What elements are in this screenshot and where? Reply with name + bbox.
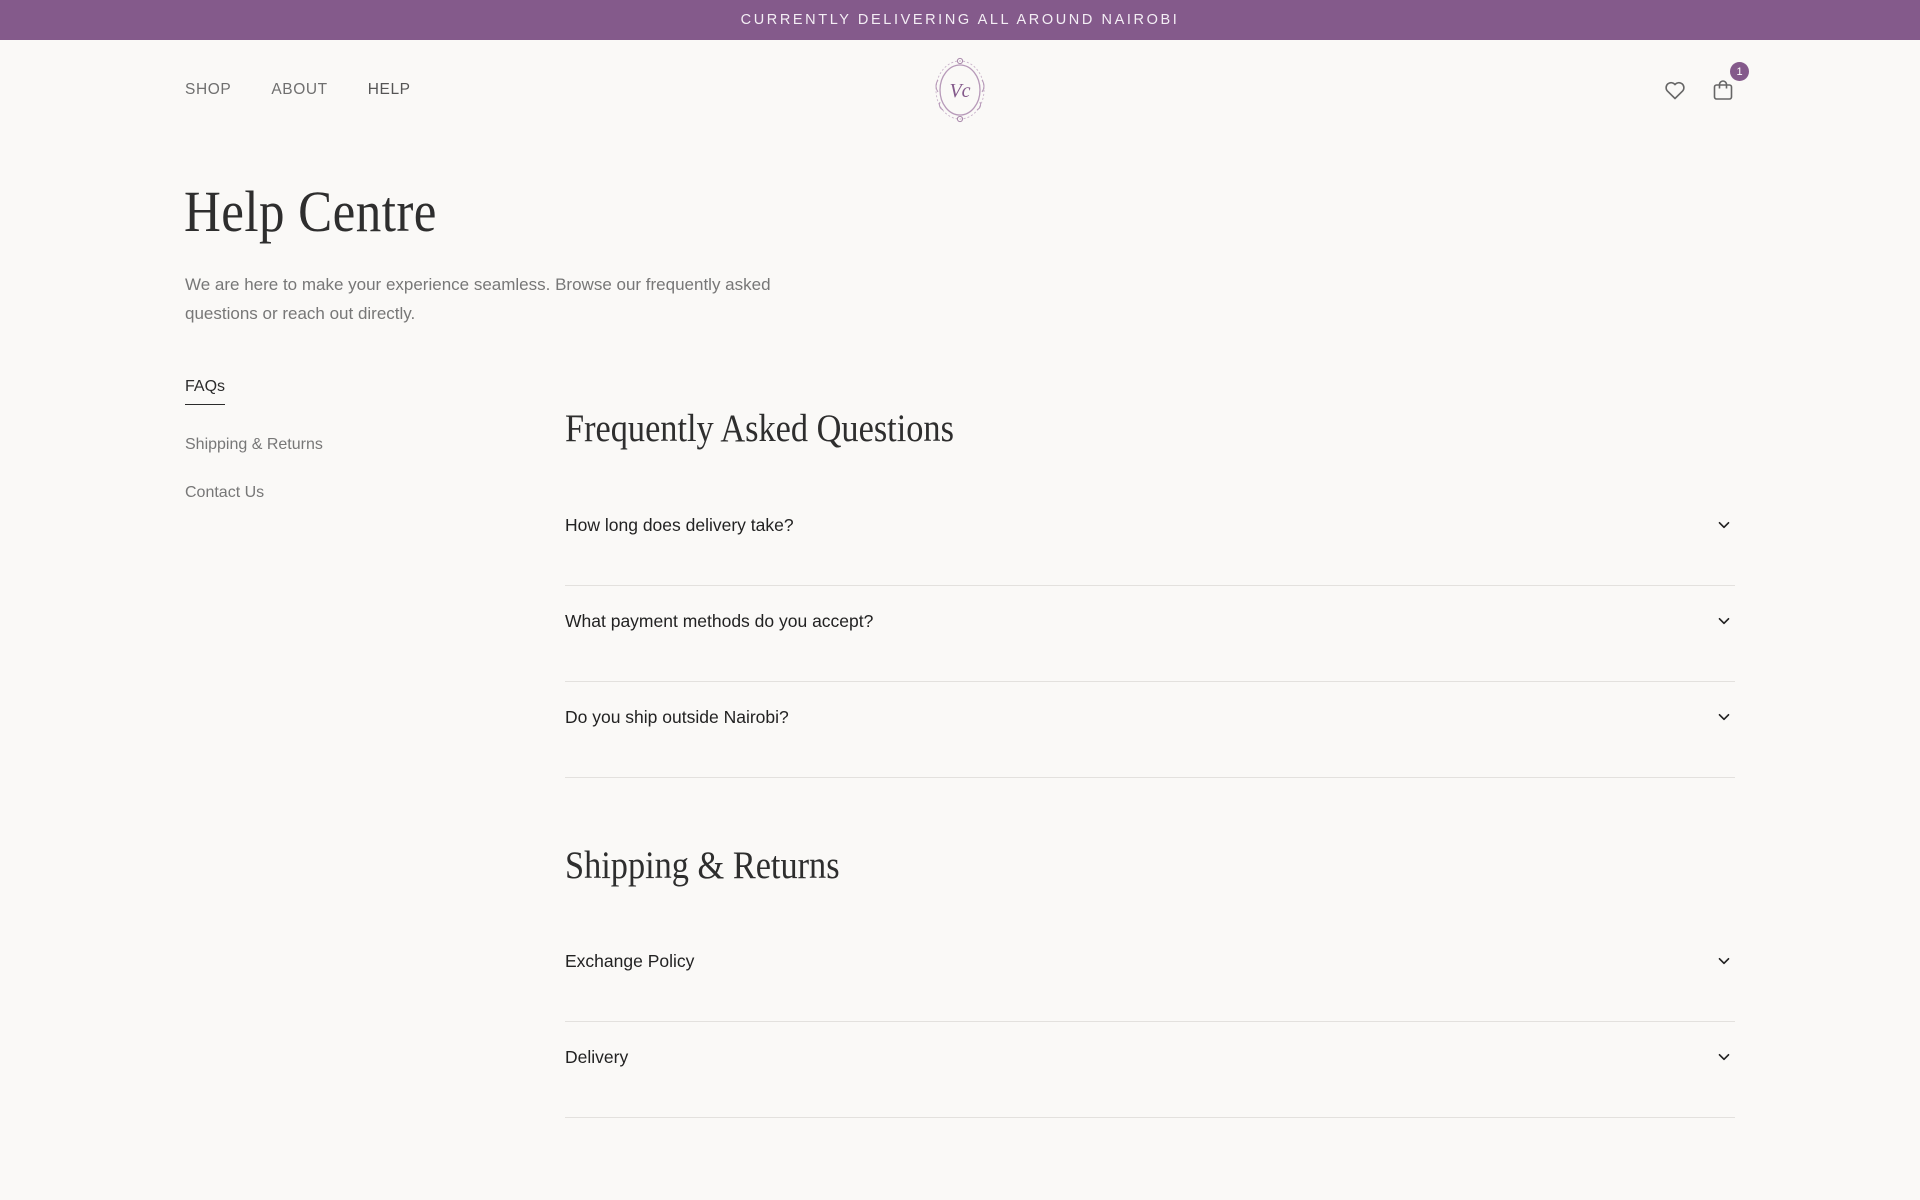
nav-shop[interactable]: SHOP bbox=[185, 81, 231, 99]
brand-logo[interactable]: Vc bbox=[930, 56, 990, 124]
faq-question: Do you ship outside Nairobi? bbox=[565, 706, 789, 727]
header-icons: 1 bbox=[1663, 40, 1749, 140]
announcement-text: CURRENTLY DELIVERING ALL AROUND NAIROBI bbox=[740, 12, 1180, 28]
nav-help[interactable]: HELP bbox=[368, 81, 411, 99]
cart-count-badge: 1 bbox=[1730, 62, 1749, 81]
cart-icon[interactable]: 1 bbox=[1711, 62, 1749, 102]
shipping-question: Delivery bbox=[565, 1046, 629, 1067]
page-title: Help Centre bbox=[184, 179, 437, 244]
site-header: SHOP ABOUT HELP Vc 1 bbox=[0, 40, 1920, 140]
chevron-down-icon bbox=[1718, 617, 1730, 625]
shipping-section-title: Shipping & Returns bbox=[565, 844, 840, 887]
faq-item[interactable]: How long does delivery take? bbox=[565, 490, 1735, 586]
faq-section-title: Frequently Asked Questions bbox=[565, 407, 954, 450]
faq-item[interactable]: What payment methods do you accept? bbox=[565, 586, 1735, 682]
faq-question: What payment methods do you accept? bbox=[565, 610, 874, 631]
nav-about[interactable]: ABOUT bbox=[271, 81, 327, 99]
sidebar-item-contact-us[interactable]: Contact Us bbox=[185, 484, 264, 502]
sidebar-item-faqs[interactable]: FAQs bbox=[185, 378, 226, 405]
shipping-question: Exchange Policy bbox=[565, 950, 695, 971]
chevron-down-icon bbox=[1718, 1053, 1730, 1061]
shipping-item[interactable]: Delivery bbox=[565, 1022, 1735, 1118]
faq-question: How long does delivery take? bbox=[565, 514, 794, 535]
faq-item[interactable]: Do you ship outside Nairobi? bbox=[565, 682, 1735, 778]
chevron-down-icon bbox=[1718, 957, 1730, 965]
shipping-item[interactable]: Exchange Policy bbox=[565, 926, 1735, 1022]
heart-icon[interactable] bbox=[1663, 78, 1687, 102]
page-intro: We are here to make your experience seam… bbox=[185, 275, 771, 323]
logo-monogram: Vc bbox=[949, 80, 970, 102]
chevron-down-icon bbox=[1718, 713, 1730, 721]
announcement-bar: CURRENTLY DELIVERING ALL AROUND NAIROBI bbox=[0, 0, 1920, 40]
chevron-down-icon bbox=[1718, 521, 1730, 529]
main-nav: SHOP ABOUT HELP bbox=[185, 40, 411, 140]
sidebar-item-shipping-returns[interactable]: Shipping & Returns bbox=[185, 436, 323, 454]
